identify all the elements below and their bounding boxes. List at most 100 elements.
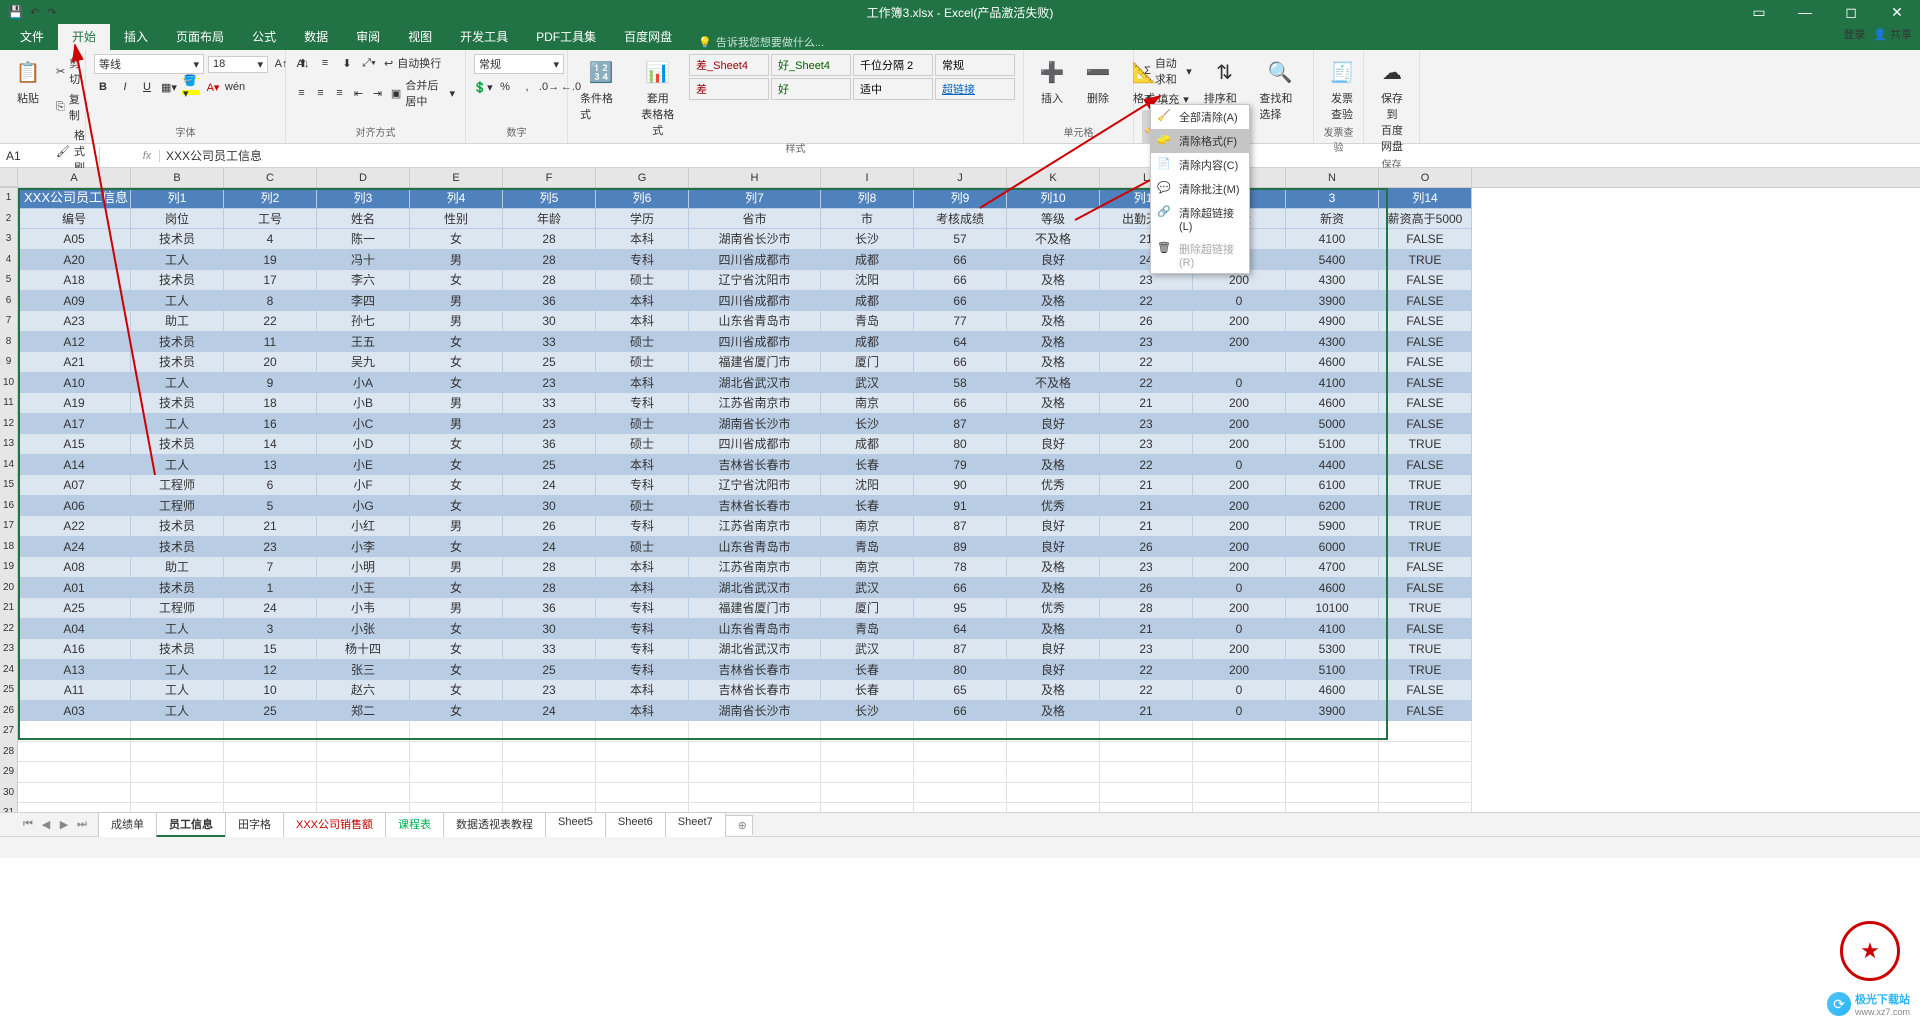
data-cell[interactable]: 4 [224,229,317,250]
empty-cell[interactable] [18,783,131,804]
data-cell[interactable]: 25 [224,701,317,722]
data-cell[interactable]: 1 [224,578,317,599]
tab-nav-first-icon[interactable]: ⏮ [20,817,36,833]
data-cell[interactable]: 5000 [1286,414,1379,435]
data-cell[interactable]: 女 [410,578,503,599]
data-cell[interactable]: 长沙 [821,414,914,435]
data-cell[interactable]: TRUE [1379,660,1472,681]
data-cell[interactable]: 男 [410,291,503,312]
data-cell[interactable]: 福建省厦门市 [689,352,821,373]
empty-cell[interactable] [1193,762,1286,783]
empty-cell[interactable] [596,803,689,812]
data-cell[interactable]: 青岛 [821,311,914,332]
data-cell[interactable]: 3 [224,619,317,640]
data-cell[interactable] [1193,352,1286,373]
data-cell[interactable]: 及格 [1007,393,1100,414]
ribbon-tab-开发工具[interactable]: 开发工具 [446,23,522,50]
align-right-icon[interactable]: ≡ [332,84,347,102]
empty-cell[interactable] [1286,721,1379,742]
data-cell[interactable]: 技术员 [131,229,224,250]
empty-cell[interactable] [1007,803,1100,812]
ribbon-tab-插入[interactable]: 插入 [110,23,162,50]
data-cell[interactable]: TRUE [1379,434,1472,455]
empty-cell[interactable] [18,721,131,742]
data-cell[interactable]: A07 [18,475,131,496]
data-cell[interactable]: 22 [224,311,317,332]
ribbon-tab-视图[interactable]: 视图 [394,23,446,50]
data-cell[interactable]: 10 [224,680,317,701]
tab-nav-last-icon[interactable]: ⏭ [74,817,90,833]
data-cell[interactable]: 四川省成都市 [689,434,821,455]
data-cell[interactable]: 80 [914,660,1007,681]
row-header[interactable]: 1 [0,188,18,209]
data-cell[interactable]: A15 [18,434,131,455]
data-cell[interactable]: 工程师 [131,496,224,517]
data-cell[interactable]: 技术员 [131,270,224,291]
data-cell[interactable]: 小韦 [317,598,410,619]
data-cell[interactable]: 青岛 [821,537,914,558]
data-cell[interactable]: 89 [914,537,1007,558]
data-cell[interactable]: TRUE [1379,475,1472,496]
empty-cell[interactable] [821,742,914,763]
baidu-save-button[interactable]: ☁保存到 百度网盘 [1372,54,1412,156]
empty-cell[interactable] [18,742,131,763]
italic-button[interactable]: I [116,78,134,96]
data-cell[interactable]: 58 [914,373,1007,394]
data-cell[interactable]: 女 [410,229,503,250]
data-cell[interactable]: 女 [410,455,503,476]
column-header[interactable]: C [224,168,317,187]
data-cell[interactable]: 专科 [596,619,689,640]
data-cell[interactable]: 工人 [131,701,224,722]
data-cell[interactable]: 不及格 [1007,373,1100,394]
data-cell[interactable]: 女 [410,619,503,640]
data-cell[interactable]: 本科 [596,680,689,701]
data-cell[interactable]: A18 [18,270,131,291]
data-cell[interactable]: 10100 [1286,598,1379,619]
empty-cell[interactable] [914,783,1007,804]
data-cell[interactable]: 工人 [131,660,224,681]
data-cell[interactable]: 87 [914,414,1007,435]
comma-icon[interactable]: , [518,78,536,96]
data-cell[interactable]: 硕士 [596,434,689,455]
data-cell[interactable]: 5400 [1286,250,1379,271]
data-cell[interactable]: 77 [914,311,1007,332]
data-cell[interactable]: A25 [18,598,131,619]
data-cell[interactable]: 成都 [821,434,914,455]
data-cell[interactable]: A16 [18,639,131,660]
cell-style-6[interactable]: 适中 [853,78,933,100]
column-header[interactable]: K [1007,168,1100,187]
data-cell[interactable]: 24 [224,598,317,619]
data-cell[interactable]: 吉林省长春市 [689,455,821,476]
data-cell[interactable]: 200 [1193,598,1286,619]
empty-cell[interactable] [914,803,1007,812]
data-cell[interactable]: 3900 [1286,291,1379,312]
data-cell[interactable]: 36 [503,434,596,455]
data-cell[interactable]: 厦门 [821,598,914,619]
data-cell[interactable]: 硕士 [596,414,689,435]
data-cell[interactable]: 66 [914,270,1007,291]
data-cell[interactable]: 5100 [1286,660,1379,681]
data-cell[interactable]: A13 [18,660,131,681]
data-cell[interactable]: 25 [503,660,596,681]
empty-cell[interactable] [18,762,131,783]
data-cell[interactable]: 30 [503,496,596,517]
data-cell[interactable]: 200 [1193,434,1286,455]
empty-cell[interactable] [317,783,410,804]
paste-button[interactable]: 📋 粘贴 [8,54,48,108]
data-cell[interactable]: 23 [1100,434,1193,455]
row-header[interactable]: 30 [0,783,18,804]
data-cell[interactable]: 本科 [596,578,689,599]
data-cell[interactable]: 28 [503,250,596,271]
data-cell[interactable]: 66 [914,352,1007,373]
data-cell[interactable]: TRUE [1379,516,1472,537]
data-cell[interactable]: 长春 [821,660,914,681]
data-cell[interactable]: 成都 [821,332,914,353]
add-sheet-button[interactable]: ⊕ [725,815,753,835]
data-cell[interactable]: FALSE [1379,373,1472,394]
data-cell[interactable]: 小张 [317,619,410,640]
select-all-corner[interactable] [0,168,18,187]
data-cell[interactable]: 200 [1193,311,1286,332]
empty-cell[interactable] [689,803,821,812]
empty-cell[interactable] [1286,742,1379,763]
data-cell[interactable]: 65 [914,680,1007,701]
